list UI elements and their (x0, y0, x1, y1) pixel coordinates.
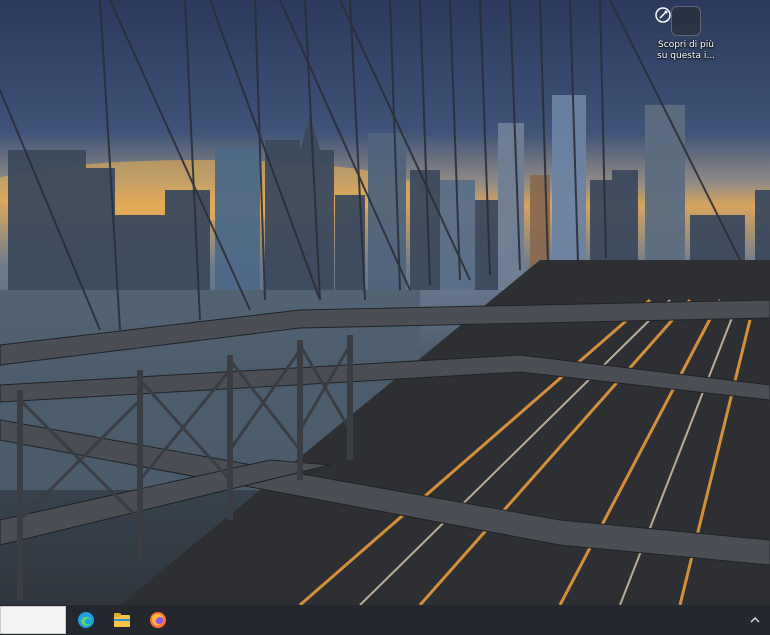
spotlight-label: Scopri di più su questa i... (654, 40, 718, 62)
taskbar (0, 605, 770, 635)
system-tray (750, 605, 760, 635)
taskbar-app-firefox[interactable] (142, 605, 174, 635)
wallpaper-art (0, 0, 770, 605)
spotlight-label-line2: su questa i... (657, 51, 715, 61)
spotlight-label-line1: Scopri di più (658, 40, 714, 50)
taskbar-app-file-explorer[interactable] (106, 605, 138, 635)
taskbar-app-edge[interactable] (70, 605, 102, 635)
edge-icon (78, 612, 94, 628)
chevron-up-icon[interactable] (750, 616, 760, 624)
camera-compass-icon (655, 6, 701, 36)
file-explorer-icon (114, 613, 130, 627)
firefox-icon (150, 612, 166, 628)
spotlight-desktop-icon[interactable]: Scopri di più su questa i... (654, 6, 718, 62)
taskbar-search-box[interactable] (0, 606, 66, 634)
desktop-wallpaper: Scopri di più su questa i... (0, 0, 770, 605)
